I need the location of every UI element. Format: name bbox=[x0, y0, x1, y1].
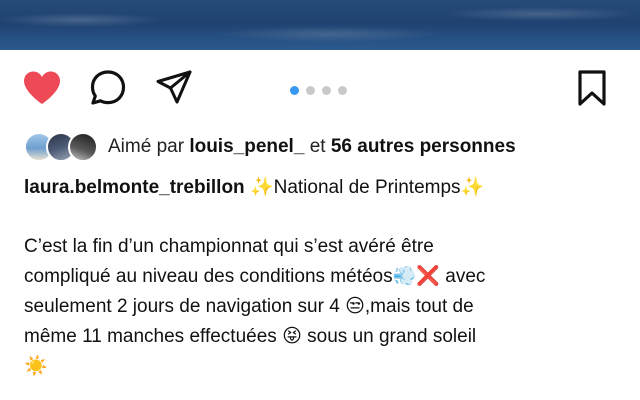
likes-prefix: Aimé par bbox=[108, 136, 185, 157]
liker-username[interactable]: louis_penel_ bbox=[189, 136, 304, 157]
likes-others-link[interactable]: 56 autres personnes bbox=[331, 136, 516, 157]
caption-body: C’est la fin d’un championnat qui s’est … bbox=[24, 232, 624, 382]
caption-line: seulement 2 jours de navigation sur 4 😒,… bbox=[24, 292, 624, 322]
liker-avatars bbox=[24, 132, 100, 162]
cross-emoji: ❌ bbox=[416, 266, 440, 287]
save-button[interactable] bbox=[568, 64, 616, 112]
carousel-dot-1[interactable] bbox=[290, 86, 299, 95]
caption-text: seulement 2 jours de navigation sur 4 bbox=[24, 296, 340, 317]
comment-icon bbox=[90, 70, 126, 105]
author-username[interactable]: laura.belmonte_trebillon bbox=[24, 177, 245, 198]
caption-line: même 11 manches effectuées 😝 sous un gra… bbox=[24, 322, 624, 352]
carousel-dot-2[interactable] bbox=[306, 86, 315, 95]
caption-text: ,mais tout de bbox=[364, 296, 474, 317]
post-photo[interactable] bbox=[0, 0, 640, 50]
caption-line: C’est la fin d’un championnat qui s’est … bbox=[24, 232, 624, 262]
caption-text: sous un grand soleil bbox=[307, 326, 477, 347]
sparkle-emoji: ✨ bbox=[249, 177, 274, 198]
likes-text: Aimé par louis_penel_ et 56 autres perso… bbox=[108, 136, 516, 158]
bookmark-icon bbox=[578, 70, 606, 106]
share-button[interactable] bbox=[150, 64, 198, 112]
heart-icon bbox=[24, 71, 60, 104]
paper-plane-icon bbox=[156, 70, 192, 104]
caption-text: avec bbox=[445, 266, 486, 287]
tongue-emoji: 😝 bbox=[282, 326, 302, 347]
caption-text: C’est la fin d’un championnat qui s’est … bbox=[24, 236, 434, 257]
caption-text: compliqué au niveau des conditions météo… bbox=[24, 266, 393, 287]
comment-button[interactable] bbox=[84, 64, 132, 112]
carousel-indicator bbox=[290, 86, 347, 95]
caption-header: laura.belmonte_trebillon ✨National de Pr… bbox=[24, 174, 484, 202]
caption-line: compliqué au niveau des conditions météo… bbox=[24, 262, 624, 292]
sun-emoji: ☀️ bbox=[24, 356, 48, 377]
wind-emoji: 💨 bbox=[392, 266, 417, 287]
unamused-emoji: 😒 bbox=[345, 296, 365, 317]
avatar bbox=[68, 132, 98, 162]
like-button[interactable] bbox=[18, 64, 66, 112]
caption-line: ☀️ bbox=[24, 352, 624, 382]
likes-summary[interactable]: Aimé par louis_penel_ et 56 autres perso… bbox=[24, 130, 516, 164]
caption-title: National de Printemps bbox=[273, 177, 461, 198]
carousel-dot-4[interactable] bbox=[338, 86, 347, 95]
post-view: Aimé par louis_penel_ et 56 autres perso… bbox=[0, 0, 640, 400]
sparkle-emoji: ✨ bbox=[460, 177, 485, 198]
likes-conjunction: et bbox=[309, 136, 326, 157]
caption-text: même 11 manches effectuées bbox=[24, 326, 277, 347]
carousel-dot-3[interactable] bbox=[322, 86, 331, 95]
